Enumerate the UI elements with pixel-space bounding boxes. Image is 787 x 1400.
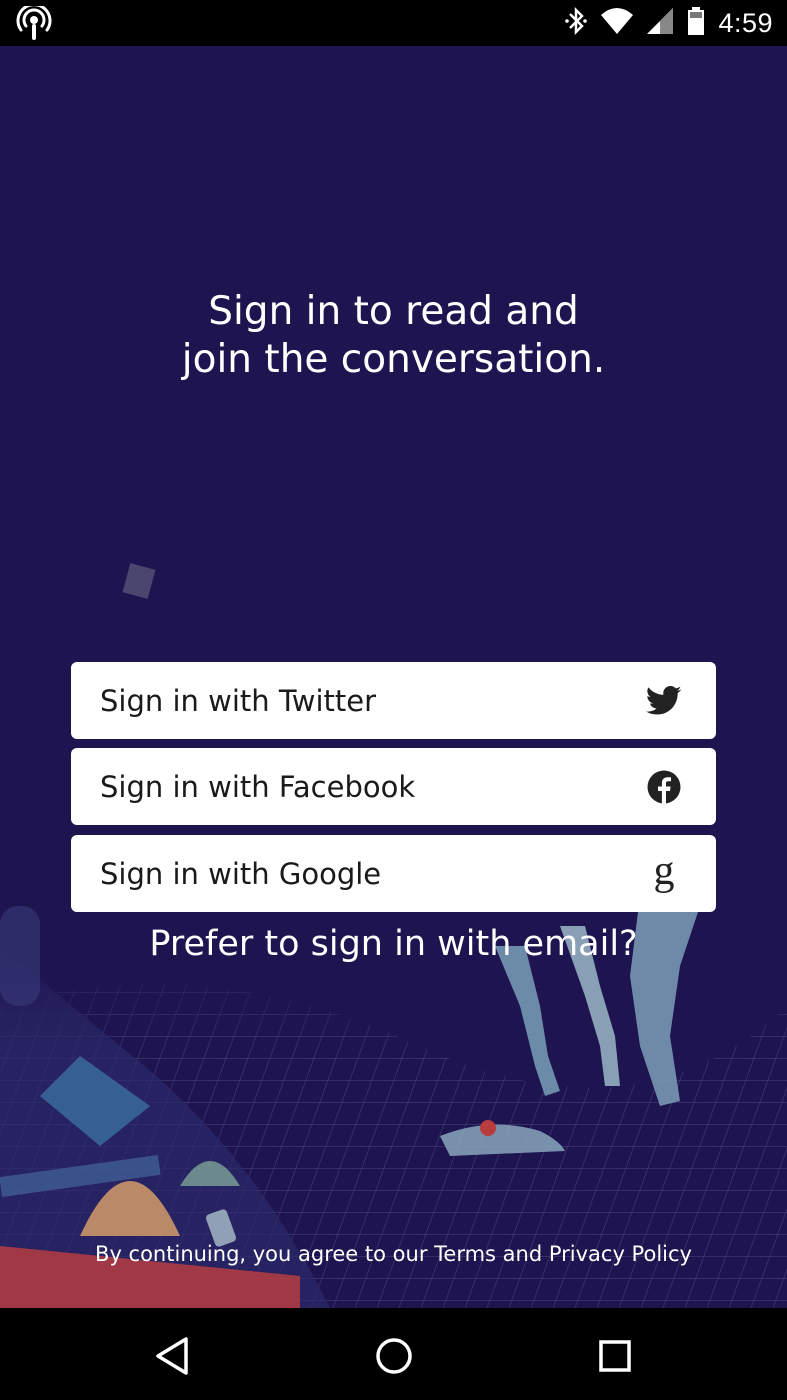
twitter-icon	[644, 681, 684, 721]
signin-screen: Sign in to read and join the conversatio…	[0, 46, 787, 1308]
battery-icon	[686, 6, 706, 41]
terms-prefix: By continuing, you agree to our	[95, 1242, 435, 1266]
terms-notice: By continuing, you agree to our Terms an…	[0, 1242, 787, 1266]
twitter-button-label: Sign in with Twitter	[100, 683, 377, 718]
headline: Sign in to read and join the conversatio…	[0, 288, 787, 384]
google-icon: g	[644, 852, 684, 894]
facebook-icon	[644, 767, 684, 807]
home-icon[interactable]	[372, 1334, 416, 1378]
navigation-bar	[0, 1308, 787, 1400]
email-signin-link[interactable]: Prefer to sign in with email?	[0, 924, 787, 964]
bluetooth-icon	[564, 6, 588, 41]
sign-in-twitter-button[interactable]: Sign in with Twitter	[71, 662, 716, 739]
status-time: 4:59	[718, 7, 773, 38]
cell-signal-icon	[646, 7, 674, 40]
facebook-button-label: Sign in with Facebook	[100, 769, 416, 804]
sign-in-google-button[interactable]: Sign in with Google g	[71, 835, 716, 912]
back-icon[interactable]	[150, 1334, 194, 1378]
podcast-icon	[16, 3, 52, 42]
headline-line2: join the conversation.	[181, 337, 606, 382]
privacy-policy-link[interactable]: Privacy Policy	[549, 1242, 692, 1266]
status-bar: 4:59	[0, 0, 787, 46]
status-icons: 4:59	[564, 4, 773, 42]
google-button-label: Sign in with Google	[100, 856, 382, 891]
recents-icon[interactable]	[593, 1334, 637, 1378]
svg-text:g: g	[654, 852, 675, 894]
terms-middle: and	[495, 1242, 549, 1266]
headline-line1: Sign in to read and	[208, 289, 579, 334]
sign-in-facebook-button[interactable]: Sign in with Facebook	[71, 748, 716, 825]
terms-link[interactable]: Terms	[434, 1242, 496, 1266]
wifi-icon	[600, 7, 634, 40]
